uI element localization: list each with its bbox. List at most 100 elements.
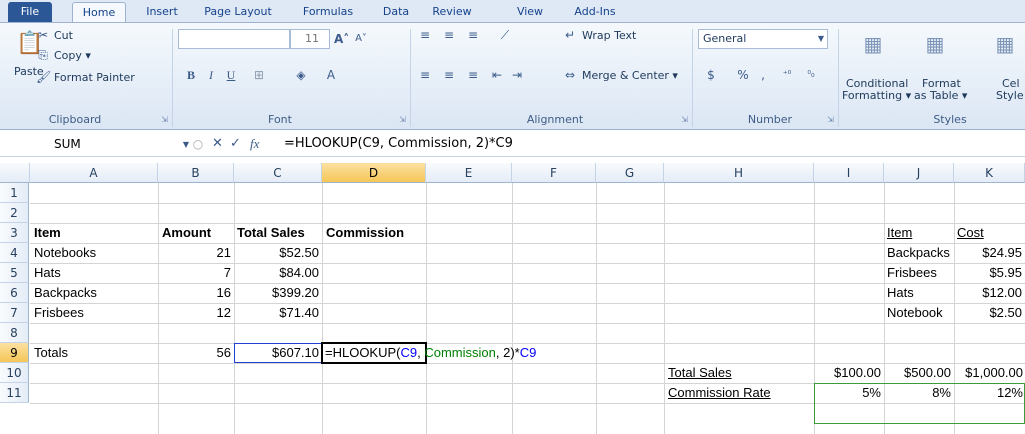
alignment-launcher-icon[interactable]: ⇲ — [680, 115, 689, 124]
column-header[interactable]: I — [814, 163, 884, 183]
column-header[interactable]: G — [596, 163, 664, 183]
align-top-icon[interactable]: ≡ — [416, 27, 434, 43]
decrease-indent-icon[interactable]: ⇤ — [488, 67, 506, 83]
cell-K11[interactable]: 12% — [954, 383, 1023, 403]
cancel-icon[interactable]: ✕ — [212, 135, 223, 153]
column-header[interactable]: B — [158, 163, 234, 183]
cell-I10[interactable]: $100.00 — [814, 363, 881, 383]
column-header[interactable]: J — [884, 163, 954, 183]
cell-K5[interactable]: $5.95 — [954, 263, 1022, 283]
cell-A5[interactable]: Hats — [34, 263, 154, 283]
cell-B6[interactable]: 16 — [158, 283, 231, 303]
tab-data[interactable]: Data — [376, 2, 416, 22]
cell-J11[interactable]: 8% — [884, 383, 951, 403]
chevron-down-icon[interactable]: ▼ — [816, 31, 826, 47]
select-all-corner[interactable] — [0, 163, 30, 183]
cell-A3[interactable]: Item — [34, 223, 154, 243]
cell-C5[interactable]: $84.00 — [234, 263, 319, 283]
number-format-select[interactable]: General — [698, 29, 828, 49]
cell-C7[interactable]: $71.40 — [234, 303, 319, 323]
tab-view[interactable]: View — [510, 2, 550, 22]
row-header[interactable]: 9 — [0, 343, 29, 363]
row-header[interactable]: 8 — [0, 323, 29, 343]
column-header[interactable]: K — [954, 163, 1025, 183]
row-header[interactable]: 7 — [0, 303, 29, 323]
row-header[interactable]: 5 — [0, 263, 29, 283]
cell-J10[interactable]: $500.00 — [884, 363, 951, 383]
cell-A4[interactable]: Notebooks — [34, 243, 154, 263]
tab-insert[interactable]: Insert — [140, 2, 184, 22]
cell-D9-editing[interactable]: =HLOOKUP(C9, Commission, 2)*C9 — [325, 343, 595, 363]
align-bottom-icon[interactable]: ≡ — [464, 27, 482, 43]
clipboard-launcher-icon[interactable]: ⇲ — [160, 115, 169, 124]
row-header[interactable]: 11 — [0, 383, 29, 403]
conditional-formatting-icon[interactable]: ▦ — [858, 27, 888, 61]
cell-A6[interactable]: Backpacks — [34, 283, 154, 303]
decrease-decimal-icon[interactable]: ⁰₀ — [800, 67, 822, 83]
row-header[interactable]: 4 — [0, 243, 29, 263]
align-left-icon[interactable]: ≡ — [416, 67, 434, 83]
font-size-box[interactable]: 11 — [290, 29, 330, 49]
tab-add-ins[interactable]: Add-Ins — [566, 2, 624, 22]
increase-indent-icon[interactable]: ⇥ — [508, 67, 526, 83]
column-header[interactable]: H — [664, 163, 814, 183]
insert-function-icon[interactable]: fx — [250, 135, 259, 153]
cell-J3[interactable]: Item — [887, 223, 953, 243]
underline-button[interactable]: U — [224, 67, 238, 83]
enter-icon[interactable]: ✓ — [230, 135, 241, 153]
percent-button[interactable]: % — [736, 67, 750, 83]
format-as-table-icon[interactable]: ▦ — [920, 27, 950, 61]
column-header[interactable]: C — [234, 163, 322, 183]
cell-B5[interactable]: 7 — [158, 263, 231, 283]
bold-button[interactable]: B — [184, 67, 198, 83]
tab-home[interactable]: Home — [72, 2, 126, 22]
cell-styles-icon[interactable]: ▦ — [990, 27, 1020, 61]
font-launcher-icon[interactable]: ⇲ — [398, 115, 407, 124]
cell-J4[interactable]: Backpacks — [887, 243, 953, 263]
row-header[interactable]: 10 — [0, 363, 29, 383]
merge-center-button[interactable]: Merge & Center ▾ — [582, 69, 678, 82]
column-header[interactable]: D — [322, 163, 426, 183]
shrink-font-icon[interactable]: A˅ — [354, 31, 368, 47]
name-box-dropdown-icon[interactable]: ▼ — [180, 137, 192, 153]
tab-file[interactable]: File — [8, 2, 52, 22]
cell-C4[interactable]: $52.50 — [234, 243, 319, 263]
font-name-box[interactable] — [178, 29, 290, 49]
cell-C6[interactable]: $399.20 — [234, 283, 319, 303]
column-header[interactable]: A — [30, 163, 158, 183]
cell-K6[interactable]: $12.00 — [954, 283, 1022, 303]
align-right-icon[interactable]: ≡ — [464, 67, 482, 83]
tab-review[interactable]: Review — [426, 2, 478, 22]
cell-K4[interactable]: $24.95 — [954, 243, 1022, 263]
fill-color-icon[interactable]: ◈ — [292, 67, 310, 83]
conditional-formatting-label2[interactable]: Formatting ▾ — [842, 89, 911, 102]
cell-B3[interactable]: Amount — [162, 223, 232, 243]
copy-button[interactable]: Copy ▾ — [54, 49, 91, 62]
currency-button[interactable]: $ — [704, 67, 718, 83]
cell-C9[interactable]: $607.10 — [234, 343, 319, 363]
cell-C3[interactable]: Total Sales — [237, 223, 325, 243]
worksheet-grid[interactable]: A B C D E F G H I J K 1 2 3 4 5 6 7 8 9 … — [0, 163, 1025, 434]
tab-page-layout[interactable]: Page Layout — [196, 2, 280, 22]
cell-J6[interactable]: Hats — [887, 283, 953, 303]
name-box[interactable]: SUM — [2, 134, 176, 154]
row-header[interactable]: 2 — [0, 203, 29, 223]
cell-J7[interactable]: Notebook — [887, 303, 953, 323]
cell-B9[interactable]: 56 — [158, 343, 231, 363]
cell-H10[interactable]: Total Sales — [668, 363, 812, 383]
row-header[interactable]: 3 — [0, 223, 29, 243]
cell-H11[interactable]: Commission Rate — [668, 383, 812, 403]
cut-button[interactable]: Cut — [54, 29, 73, 42]
row-header[interactable]: 1 — [0, 183, 29, 203]
format-as-table-label2[interactable]: as Table ▾ — [914, 89, 967, 102]
borders-icon[interactable]: ⊞ — [250, 67, 268, 83]
cell-K10[interactable]: $1,000.00 — [954, 363, 1023, 383]
number-launcher-icon[interactable]: ⇲ — [826, 115, 835, 124]
grow-font-icon[interactable]: A˄ — [334, 31, 349, 47]
column-header[interactable]: F — [512, 163, 596, 183]
column-header[interactable]: E — [426, 163, 512, 183]
italic-button[interactable]: I — [204, 67, 218, 83]
format-painter-button[interactable]: Format Painter — [54, 71, 135, 84]
wrap-text-button[interactable]: Wrap Text — [582, 29, 636, 42]
cell-styles-label2[interactable]: Style — [996, 89, 1024, 102]
